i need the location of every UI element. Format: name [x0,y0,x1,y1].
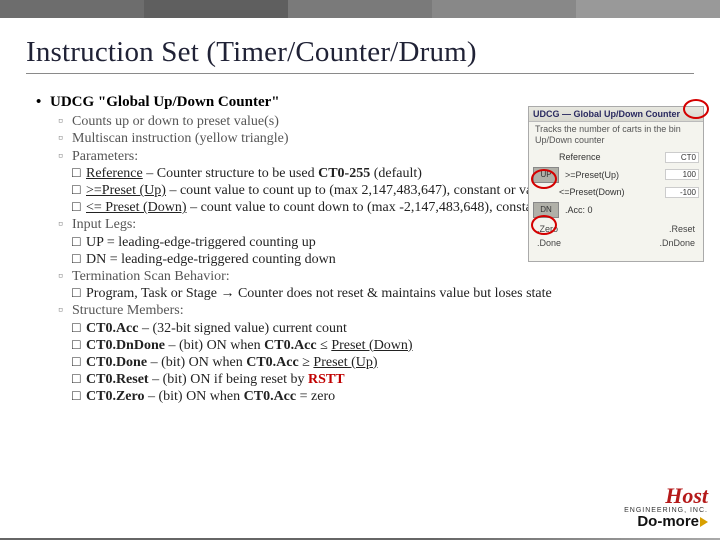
param-text: – (bit) ON when [147,355,246,370]
sub-text: Counts up or down to preset value(s) [72,114,279,129]
imgbox-row-ref: Reference CT0 [529,152,703,163]
param-label: >=Preset (Up) [86,183,166,198]
param-member: CT0.Zero [86,389,144,404]
param-op: ≥ [299,355,314,370]
sub-text: Input Legs: [72,217,136,232]
param-member: CT0.DnDone [86,338,165,353]
logo-host: Host [624,484,708,507]
param-member: CT0.Reset [86,372,149,387]
param-ref: Preset (Up) [313,355,377,370]
sub-termination: ▫Termination Scan Behavior: [58,268,720,285]
param-text: Program, Task or Stage → Counter does no… [86,286,552,301]
param-member: CT0.Acc [246,355,299,370]
param-label: <= Preset (Down) [86,200,187,215]
imgbox-header: UDCG — Global Up/Down Counter [529,107,703,122]
sub-text: Parameters: [72,149,138,164]
param-default: (default) [370,166,422,181]
param-member: CT0.Done [86,355,147,370]
imgbox-dndone: .DnDone [659,238,695,248]
imgbox-acc-label: .Acc: [565,205,585,215]
sub-text: Termination Scan Behavior: [72,269,230,284]
param-member: CT0.Acc [86,321,139,336]
param-text: – (bit) ON when [165,338,264,353]
imgbox-done: .Done [537,238,561,248]
param-text: = zero [296,389,335,404]
instruction-screenshot: UDCG — Global Up/Down Counter Tracks the… [528,106,704,262]
param-reset: □CT0.Reset – (bit) ON if being reset by … [72,371,720,388]
logo-domore: Do-more [624,514,708,530]
param-done: □CT0.Done – (bit) ON when CT0.Acc ≥ Pres… [72,354,720,371]
sub-text: Structure Members: [72,303,184,318]
param-ref: Preset (Down) [331,338,412,353]
param-label: Reference [86,166,143,181]
highlight-circle-tri [683,99,709,119]
slide-title: Instruction Set (Timer/Counter/Drum) [26,36,720,69]
imgbox-reset: .Reset [669,224,695,234]
imgbox-up-label: >=Preset(Up) [565,170,665,180]
param-text: – count value to count up to (max 2,147,… [166,183,564,198]
param-zero: □CT0.Zero – (bit) ON when CT0.Acc = zero [72,388,720,405]
sub-text: Multiscan instruction (yellow triangle) [72,131,289,146]
title-rule [26,73,694,74]
param-text: – (32-bit signed value) current count [139,321,347,336]
imgbox-dn-val: -100 [665,187,699,198]
imgbox-ref-label: Reference [559,152,665,162]
top-accent-bar [0,0,720,18]
param-range: CT0-255 [318,166,370,181]
main-bullet-text: UDCG "Global Up/Down Counter" [50,94,280,110]
param-text: UP = leading-edge-triggered counting up [86,235,316,250]
logo-block: Host ENGINEERING, INC. Do-more [624,484,708,530]
sub-structure: ▫Structure Members: [58,302,720,319]
param-acc: □CT0.Acc – (32-bit signed value) current… [72,320,720,337]
imgbox-desc: Tracks the number of carts in the bin Up… [529,122,703,148]
param-rstt: RSTT [308,372,345,387]
highlight-circle-up [531,169,557,189]
imgbox-acc-val: 0 [588,205,593,215]
imgbox-ref-val: CT0 [665,152,699,163]
imgbox-row-dn: DN .Acc: 0 [529,202,703,218]
imgbox-row-dnpreset: <=Preset(Down) -100 [529,187,703,198]
imgbox-row-flags2: .Done .DnDone [529,238,703,248]
param-termination: □Program, Task or Stage → Counter does n… [72,285,720,302]
param-member: CT0.Acc [244,389,297,404]
imgbox-dn-label: <=Preset(Down) [559,187,665,197]
param-dndone: □CT0.DnDone – (bit) ON when CT0.Acc ≤ Pr… [72,337,720,354]
highlight-circle-dn [531,215,557,235]
imgbox-up-val: 100 [665,169,699,180]
param-text: DN = leading-edge-triggered counting dow… [86,252,336,267]
param-text: – (bit) ON if being reset by [149,372,308,387]
arrow-icon [700,517,708,527]
param-member: CT0.Acc [264,338,317,353]
param-op: ≤ [317,338,332,353]
param-text: – (bit) ON when [144,389,243,404]
param-text: – Counter structure to be used [143,166,318,181]
